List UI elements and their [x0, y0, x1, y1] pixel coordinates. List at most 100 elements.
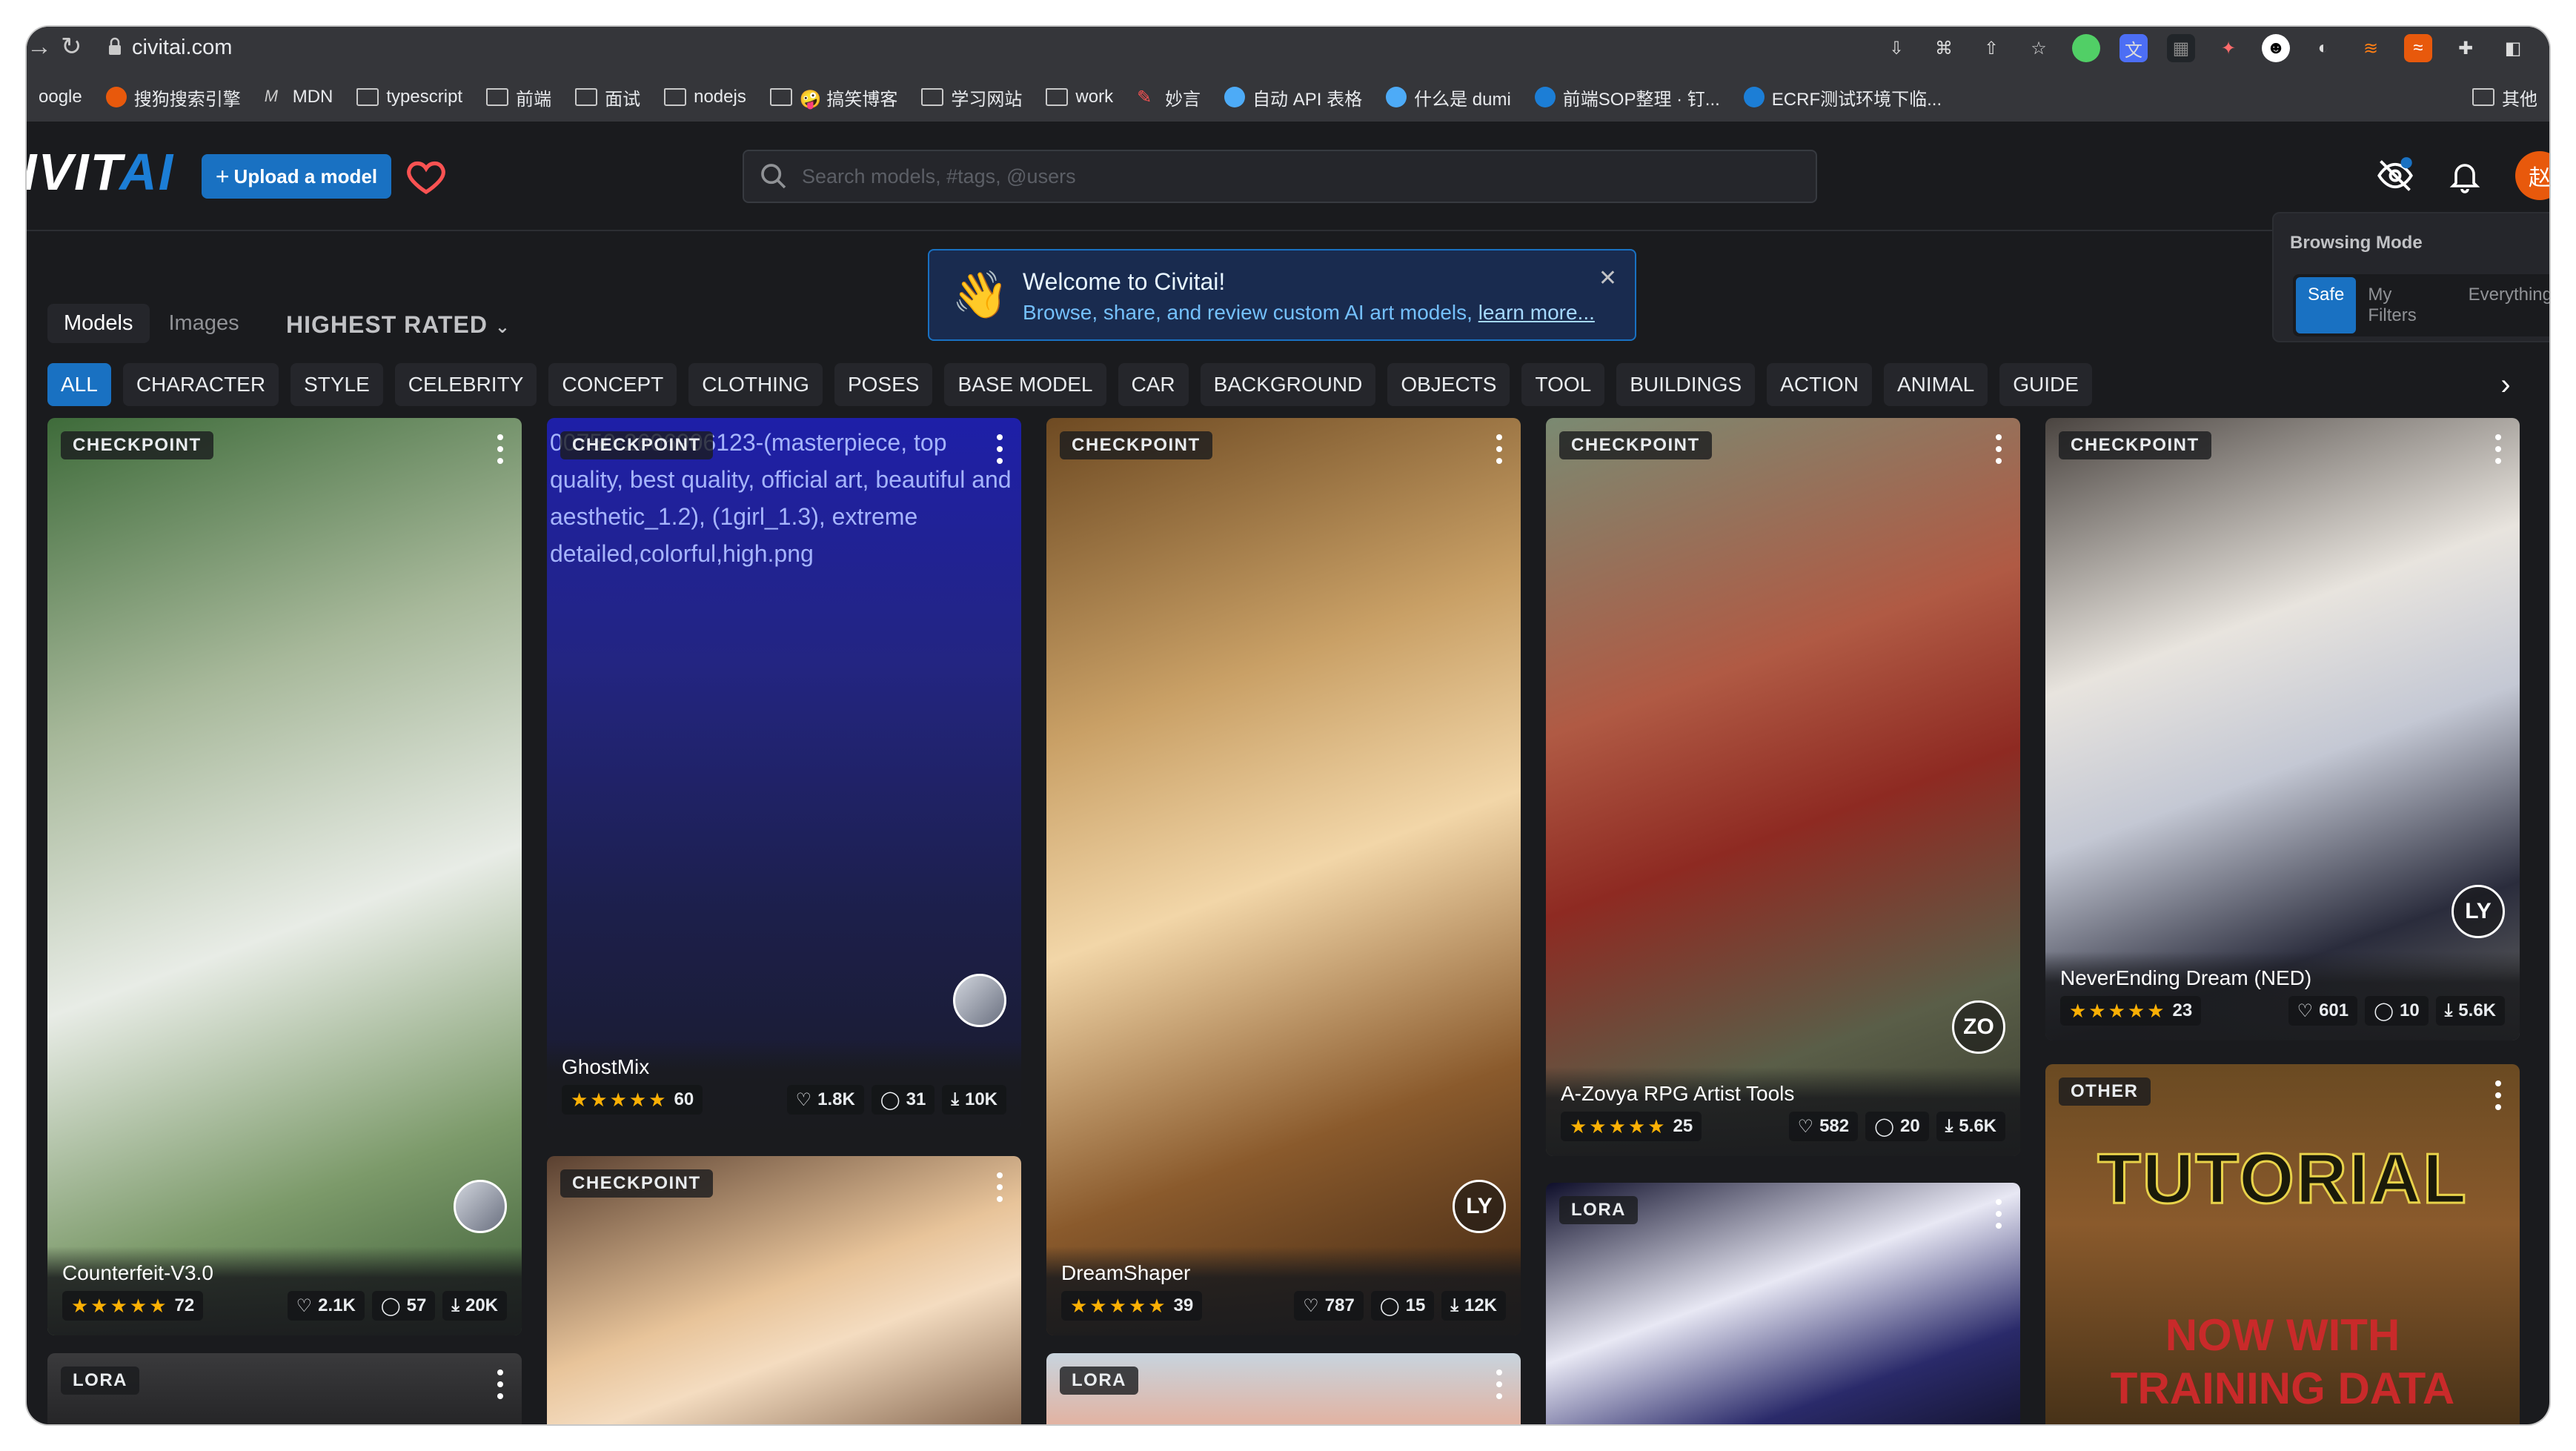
bookmark-item[interactable]: 学习网站: [909, 80, 1034, 114]
model-card[interactable]: 00750-2606906123-(masterpiece, top quali…: [547, 418, 1021, 1129]
bookmark-item[interactable]: 其他: [2460, 80, 2549, 114]
extension-rss2-icon[interactable]: ≈: [2404, 34, 2432, 62]
category-chip-all[interactable]: ALL: [47, 363, 111, 406]
category-chip-action[interactable]: ACTION: [1767, 363, 1872, 406]
bookmark-item[interactable]: ✎ 妙言: [1125, 80, 1212, 114]
welcome-banner: 👋 Welcome to Civitai! Browse, share, and…: [928, 249, 1636, 341]
category-chip-car[interactable]: CAR: [1118, 363, 1189, 406]
bookmark-item[interactable]: nodejs: [652, 80, 758, 114]
url-text[interactable]: civitai.com: [132, 36, 232, 60]
browsing-mode-my-filters[interactable]: My Filters: [2356, 277, 2456, 333]
bookmark-item[interactable]: oogle: [27, 80, 94, 114]
more-options-icon[interactable]: [1995, 434, 2002, 464]
bell-icon[interactable]: [2447, 158, 2483, 193]
extension-translate-icon[interactable]: 文: [2119, 34, 2148, 62]
more-options-icon[interactable]: [1496, 1369, 1503, 1399]
extension-fire-icon[interactable]: ✦: [2214, 34, 2243, 62]
sidepanel-icon[interactable]: ◧: [2499, 34, 2527, 62]
bookmark-item[interactable]: 面试: [563, 80, 652, 114]
more-options-icon[interactable]: [1496, 434, 1503, 464]
extension-halfmoon-icon[interactable]: ◐: [2309, 34, 2337, 62]
creator-avatar[interactable]: [454, 1180, 507, 1233]
category-chip-objects[interactable]: OBJECTS: [1387, 363, 1510, 406]
category-chip-base-model[interactable]: BASE MODEL: [944, 363, 1106, 406]
creator-avatar[interactable]: LY: [2451, 885, 2505, 938]
model-card[interactable]: CHECKPOINT: [547, 1156, 1021, 1424]
chevron-right-icon[interactable]: ›: [2484, 363, 2527, 406]
upload-model-button[interactable]: + Upload a model: [202, 154, 391, 199]
category-chip-guide[interactable]: GUIDE: [1999, 363, 2092, 406]
more-options-icon[interactable]: [996, 1172, 1003, 1202]
search-bar[interactable]: [743, 150, 1817, 203]
browsing-mode-safe[interactable]: Safe: [2296, 277, 2357, 333]
model-card[interactable]: LORA: [1546, 1183, 2020, 1424]
bookmark-item[interactable]: 前端SOP整理 · 钉...: [1523, 80, 1732, 114]
category-chip-buildings[interactable]: BUILDINGS: [1616, 363, 1756, 406]
more-options-icon[interactable]: [2494, 1080, 2502, 1110]
learn-more-link[interactable]: learn more...: [1478, 301, 1595, 324]
bookmark-item[interactable]: M MDN: [253, 80, 345, 114]
comments-pill: ◯ 15: [1370, 1291, 1435, 1321]
extension-grid-icon[interactable]: ▦: [2167, 34, 2195, 62]
forward-icon[interactable]: →: [27, 34, 52, 59]
bookmark-item[interactable]: 🤪 搞笑博客: [758, 80, 910, 114]
install-icon[interactable]: ⇩: [1882, 34, 1911, 62]
extension-face-icon[interactable]: ☻: [2262, 34, 2290, 62]
likes-pill: ♡ 787: [1294, 1291, 1364, 1321]
close-icon[interactable]: ✕: [1599, 265, 1617, 291]
category-chip-tool[interactable]: TOOL: [1521, 363, 1605, 406]
more-options-icon[interactable]: [497, 434, 504, 464]
bookmark-item[interactable]: 什么是 dumi: [1374, 80, 1523, 114]
welcome-title: Welcome to Civitai!: [1023, 268, 1226, 295]
browsing-mode-title: Browsing Mode: [2290, 233, 2423, 253]
share-icon[interactable]: ⇧: [1977, 34, 2005, 62]
translate-icon[interactable]: ⌘: [1930, 34, 1958, 62]
category-chip-background[interactable]: BACKGROUND: [1200, 363, 1376, 406]
category-chip-clothing[interactable]: CLOTHING: [688, 363, 823, 406]
puzzle-icon[interactable]: ✚: [2451, 34, 2480, 62]
model-type-badge: CHECKPOINT: [61, 431, 213, 459]
creator-avatar[interactable]: [953, 974, 1006, 1027]
category-chip-poses[interactable]: POSES: [834, 363, 933, 406]
search-input[interactable]: [802, 165, 1765, 188]
category-chip-concept[interactable]: CONCEPT: [548, 363, 677, 406]
model-card[interactable]: CHECKPOINT ZO A-Zovya RPG Artist Tools ★★★★…: [1546, 418, 2020, 1156]
heart-icon[interactable]: [405, 156, 448, 197]
browsing-mode-everything[interactable]: Everything: [2457, 277, 2549, 333]
heart-outline-icon: ♡: [296, 1295, 313, 1316]
bookmark-item[interactable]: 自动 API 表格: [1212, 80, 1374, 114]
model-card[interactable]: CHECKPOINT Counterfeit-V3.0 ★★★★★ 72 ♡ 2.1K ◯ 5…: [47, 418, 522, 1335]
category-chip-celebrity[interactable]: CELEBRITY: [394, 363, 537, 406]
downloads-count: 5.6K: [1959, 1116, 1996, 1136]
civitai-logo[interactable]: IVITAI: [27, 142, 174, 202]
model-card[interactable]: CHECKPOINT LY DreamShaper ★★★★★ 39 ♡ 787 ◯ 15 ⤓ 12…: [1046, 418, 1521, 1335]
star-bookmark-icon[interactable]: ☆: [2025, 34, 2053, 62]
model-card[interactable]: LORA: [47, 1353, 522, 1424]
model-card[interactable]: TUTORIAL NOW WITH TRAINING DATA OTHER: [2045, 1064, 2520, 1424]
bookmark-item[interactable]: 前端: [474, 80, 563, 114]
tab-models[interactable]: Models: [47, 304, 150, 343]
category-chip-animal[interactable]: ANIMAL: [1883, 363, 1988, 406]
bookmark-item[interactable]: work: [1034, 80, 1125, 114]
more-options-icon[interactable]: [996, 434, 1003, 464]
bookmark-item[interactable]: typescript: [345, 80, 474, 114]
model-card[interactable]: LORA: [1046, 1353, 1521, 1424]
sort-dropdown[interactable]: HIGHEST RATED ⌄: [286, 311, 511, 339]
user-avatar[interactable]: 赵: [2515, 151, 2549, 200]
extension-green-icon[interactable]: [2072, 34, 2100, 62]
more-options-icon[interactable]: [1995, 1199, 2002, 1229]
bookmark-item[interactable]: 搜狗搜索引擎: [94, 80, 253, 114]
hidden-eye-shield-icon[interactable]: [2376, 156, 2414, 195]
more-options-icon[interactable]: [2494, 434, 2502, 464]
bookmark-item[interactable]: ECRF测试环境下临...: [1732, 80, 1953, 114]
creator-avatar[interactable]: ZO: [1952, 1000, 2005, 1054]
more-options-icon[interactable]: [497, 1369, 504, 1399]
extension-rss-icon[interactable]: ≋: [2357, 34, 2385, 62]
model-card[interactable]: CHECKPOINT LY NeverEnding Dream (NED) ★★★★★…: [2045, 418, 2520, 1040]
creator-avatar[interactable]: LY: [1453, 1180, 1506, 1233]
rating-count: 25: [1673, 1116, 1693, 1136]
reload-icon[interactable]: ↻: [61, 34, 82, 59]
tab-images[interactable]: Images: [153, 304, 256, 343]
category-chip-character[interactable]: CHARACTER: [122, 363, 279, 406]
category-chip-style[interactable]: STYLE: [291, 363, 383, 406]
